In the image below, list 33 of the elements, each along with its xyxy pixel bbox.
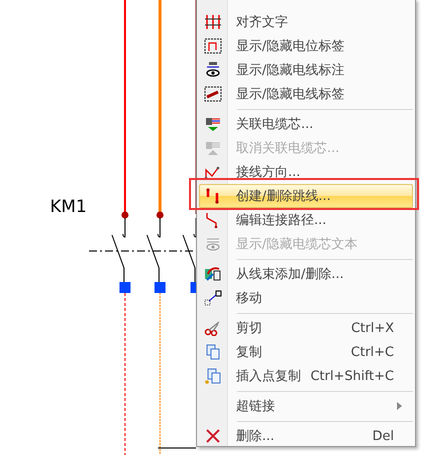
cable-icon — [204, 116, 222, 132]
menu-item[interactable]: 插入点复制 Ctrl+Shift+C — [199, 364, 413, 388]
menu-item[interactable]: 从线束添加/删除... — [199, 262, 413, 286]
connection-dot — [122, 212, 128, 218]
dashed-frame-icon — [204, 38, 222, 54]
menu-item[interactable]: 显示/隐藏电线标签 — [199, 82, 413, 106]
eye-icon — [204, 62, 222, 78]
copy-icon — [204, 344, 222, 360]
close-icon — [204, 428, 222, 444]
eye-icon — [204, 236, 222, 252]
scissors-icon — [204, 320, 222, 336]
align-text-icon — [204, 14, 222, 30]
device-label: KM1 — [50, 197, 87, 217]
harness-icon — [204, 266, 222, 282]
move-icon — [204, 290, 222, 306]
menu-item[interactable]: 超链接 — [199, 394, 413, 418]
menu-item[interactable]: 对齐文字 — [199, 10, 413, 34]
menu-item[interactable]: 编辑连接路径... — [199, 208, 413, 232]
connection-dot — [156, 212, 164, 218]
menu-item[interactable]: 删除... Del — [199, 424, 413, 448]
menu-item[interactable]: 显示/隐藏电线标注 — [199, 58, 413, 82]
menu-item[interactable]: 显示/隐藏电位标签 — [199, 34, 413, 58]
menu-item[interactable]: 剪切 Ctrl+X — [199, 316, 413, 340]
menu-item[interactable]: 关联电缆芯... — [199, 112, 413, 136]
route-icon — [204, 164, 222, 180]
dashed-frame-icon — [204, 86, 222, 102]
copy-icon — [204, 368, 222, 384]
menu-item[interactable]: 创建/删除跳线... — [199, 184, 413, 208]
cable-icon — [204, 140, 222, 156]
submenu-arrow-icon — [397, 402, 402, 410]
menu-item[interactable]: 接线方向... — [199, 160, 413, 184]
menu-item[interactable]: 复制 Ctrl+C — [199, 340, 413, 364]
menu-item[interactable]: 移动 — [199, 286, 413, 310]
